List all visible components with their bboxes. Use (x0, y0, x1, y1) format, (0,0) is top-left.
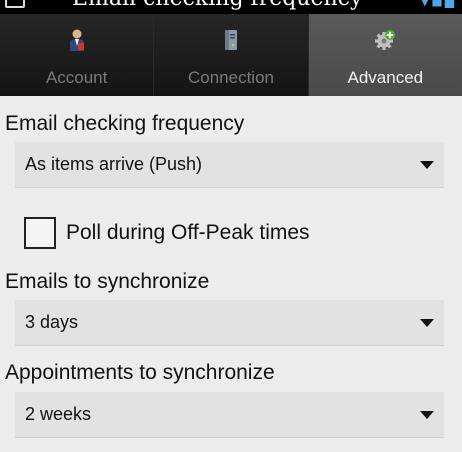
server-connection-icon (224, 30, 237, 50)
appointments-to-synchronize-spinner[interactable]: 2 weeks (15, 392, 444, 438)
tab-account-label: Account (45, 68, 108, 87)
dropdown-caret-icon (420, 161, 434, 169)
emails-to-synchronize-value: 3 days (25, 312, 79, 332)
tab-advanced[interactable]: Advanced (308, 14, 462, 96)
email-checking-frequency-value: As items arrive (Push) (25, 154, 203, 174)
email-checking-frequency-spinner[interactable]: As items arrive (Push) (15, 142, 444, 188)
emails-to-synchronize-label: Emails to synchronize (5, 270, 210, 293)
dropdown-caret-icon (420, 411, 434, 419)
emails-to-synchronize-spinner[interactable]: 3 days (15, 300, 444, 346)
appointments-to-synchronize-label: Appointments to synchronize (5, 361, 275, 384)
status-bar: Email checking frequency ▼■█ (0, 0, 462, 14)
status-icons: ▼■█ (420, 0, 456, 8)
tab-bar: Account Connection Advanced (0, 14, 462, 96)
tab-connection-label: Connection (187, 68, 274, 87)
tab-account[interactable]: Account (0, 14, 155, 96)
poll-off-peak-label: Poll during Off-Peak times (66, 221, 310, 244)
screen: Email checking frequency ▼■█ Account Con… (0, 0, 462, 452)
tab-connection[interactable]: Connection (154, 14, 309, 96)
appointments-to-synchronize-value: 2 weeks (25, 404, 92, 424)
advanced-gear-icon (375, 30, 396, 50)
settings-content: Email checking frequency As items arrive… (0, 96, 462, 452)
poll-off-peak-row[interactable]: Poll during Off-Peak times (24, 217, 424, 253)
poll-off-peak-checkbox[interactable] (24, 217, 56, 249)
notification-icon (5, 0, 25, 8)
dropdown-caret-icon (420, 319, 434, 327)
email-checking-frequency-label: Email checking frequency (5, 112, 245, 135)
account-person-icon (69, 29, 84, 51)
tab-advanced-label: Advanced (347, 68, 424, 87)
status-overlay-text: Email checking frequency (72, 0, 362, 11)
